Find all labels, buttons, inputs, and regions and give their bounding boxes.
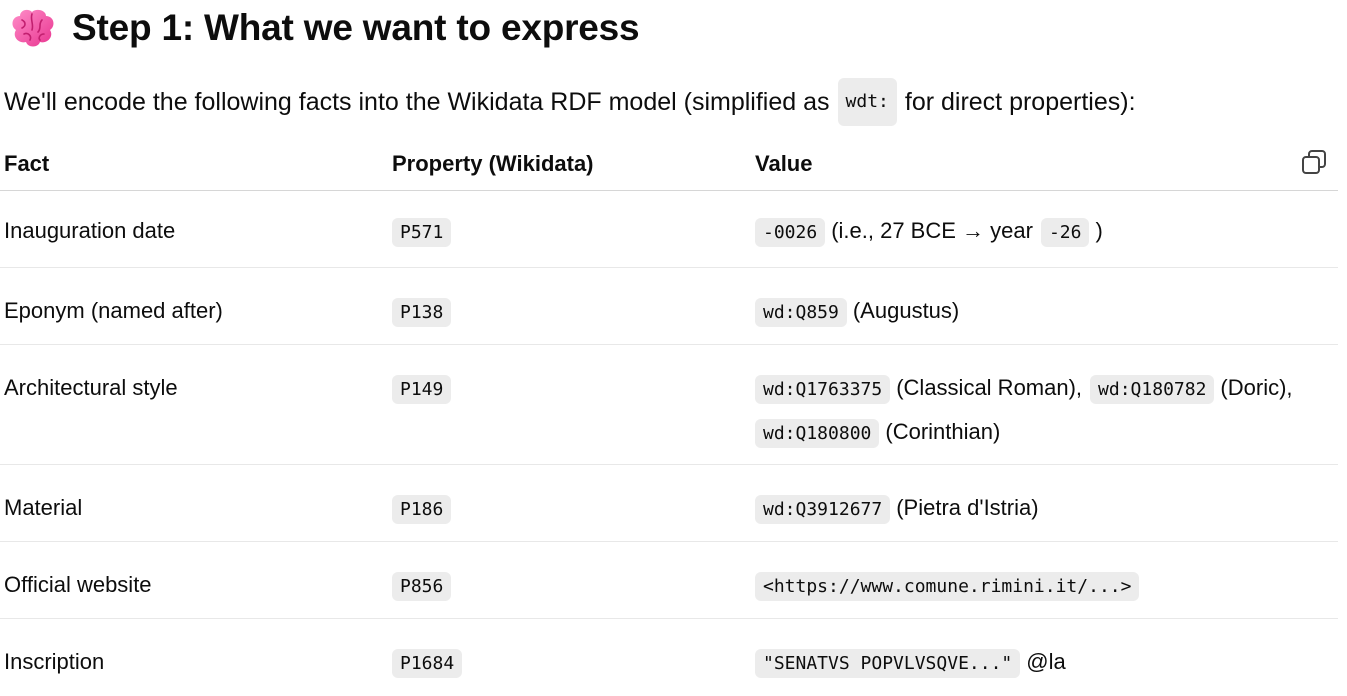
table-row: Official website P856 <https://www.comun… — [0, 541, 1338, 619]
table-row: Architectural style P149 wd:Q1763375 (Cla… — [0, 344, 1338, 465]
property-cell: P571 — [392, 190, 755, 268]
brain-icon — [12, 9, 54, 47]
value-cell: <https://www.comune.rimini.it/...> — [755, 541, 1338, 619]
value-text: @la — [1026, 649, 1066, 674]
header-property: Property (Wikidata) — [392, 138, 755, 191]
fact-cell: Inauguration date — [0, 190, 392, 268]
value-cell: wd:Q1763375 (Classical Roman), wd:Q180782(… — [755, 344, 1338, 465]
value-cell: wd:Q3912677 (Pietra d'Istria) — [755, 464, 1338, 542]
property-cell: P856 — [392, 541, 755, 619]
value-code: wd:Q3912677 — [755, 495, 891, 524]
facts-table-container: Fact Property (Wikidata) Value Inaugurat… — [0, 138, 1338, 696]
property-code: P856 — [392, 572, 452, 601]
intro-text-before: We'll encode the following facts into th… — [4, 88, 830, 116]
table-row: Material P186 wd:Q3912677 (Pietra d'Istri… — [0, 464, 1338, 542]
value-text: ) — [1095, 218, 1103, 243]
value-text: (Augustus) — [852, 298, 960, 323]
value-text: (i.e., 27 BCE → year — [831, 218, 1033, 243]
property-code: P186 — [392, 495, 452, 524]
value-cell: wd:Q859 (Augustus) — [755, 267, 1338, 345]
value-code: wd:Q180782 — [1090, 375, 1215, 404]
table-header-row: Fact Property (Wikidata) Value — [0, 138, 1338, 191]
property-cell: P1684 — [392, 619, 755, 696]
value-code: wd:Q859 — [755, 298, 847, 327]
table-row: Inscription P1684 "SENATVS POPVLVSQVE...… — [0, 619, 1338, 696]
fact-cell: Eponym (named after) — [0, 267, 392, 345]
fact-cell: Inscription — [4, 649, 105, 674]
value-text: (Pietra d'Istria) — [896, 495, 1039, 520]
property-code: P571 — [392, 218, 452, 247]
value-text: (Classical Roman), — [896, 375, 1083, 400]
page-heading: Step 1: What we want to express — [8, 4, 640, 52]
fact-cell: Official website — [0, 541, 392, 619]
table-row: Inauguration date P571 -0026 (i.e., 27 BC… — [0, 190, 1338, 268]
intro-text-after: for direct properties): — [904, 88, 1136, 116]
value-code: <https://www.comune.rimini.it/...> — [755, 572, 1140, 601]
intro-code: wdt: — [837, 78, 897, 126]
fact-cell: Material — [0, 464, 392, 542]
table-row: Eponym (named after) P138 wd:Q859 (August… — [0, 267, 1338, 345]
header-fact: Fact — [0, 138, 392, 191]
value-text: (Corinthian) — [885, 419, 1001, 444]
fact-cell: Architectural style — [0, 344, 392, 465]
property-cell: P138 — [392, 267, 755, 345]
header-value: Value — [755, 138, 1338, 191]
property-code: P138 — [392, 298, 452, 327]
value-cell: "SENATVS POPVLVSQVE..." @la — [755, 619, 1338, 696]
property-code: P149 — [392, 375, 452, 404]
page-title: Step 1: What we want to express — [72, 7, 640, 48]
value-code: -0026 — [755, 218, 826, 247]
intro-paragraph: We'll encode the following facts into th… — [4, 78, 1136, 126]
copy-icon[interactable] — [1300, 148, 1328, 176]
value-text: (Doric), — [1220, 375, 1293, 400]
value-code: -26 — [1040, 218, 1090, 247]
value-code: "SENATVS POPVLVSQVE..." — [755, 649, 1021, 678]
facts-table: Fact Property (Wikidata) Value Inaugurat… — [0, 138, 1338, 696]
property-code: P1684 — [392, 649, 463, 678]
value-cell: -0026 (i.e., 27 BCE → year -26) — [755, 190, 1338, 268]
property-cell: P186 — [392, 464, 755, 542]
value-code: wd:Q1763375 — [755, 375, 891, 404]
value-code: wd:Q180800 — [755, 419, 880, 448]
property-cell: P149 — [392, 344, 755, 465]
